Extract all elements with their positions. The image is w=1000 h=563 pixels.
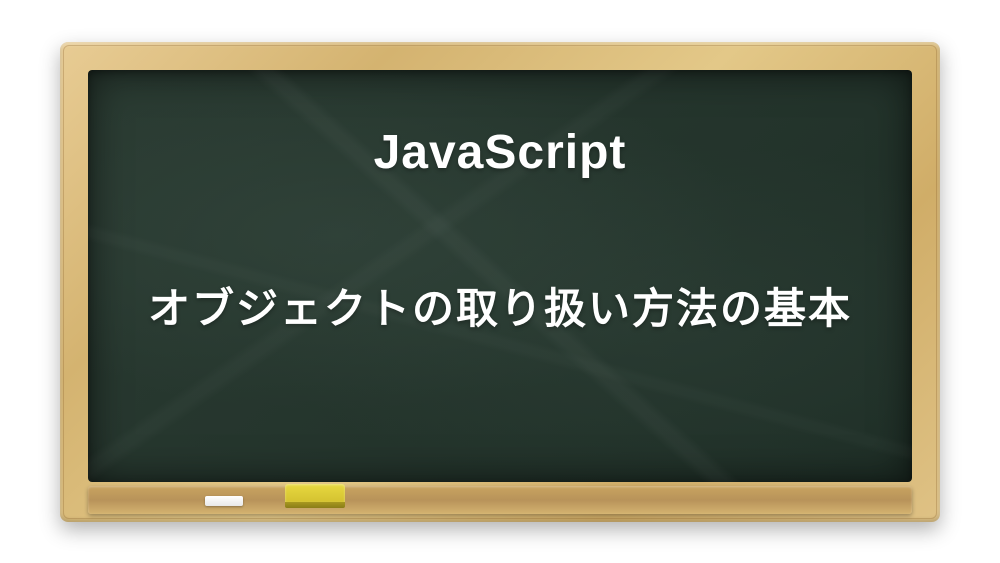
subtitle-text: オブジェクトの取り扱い方法の基本 — [148, 275, 852, 336]
chalkboard-frame: JavaScript オブジェクトの取り扱い方法の基本 — [60, 42, 940, 522]
title-text: JavaScript — [374, 125, 627, 180]
chalkboard: JavaScript オブジェクトの取り扱い方法の基本 — [88, 70, 912, 482]
chalk-icon — [205, 496, 243, 506]
eraser-icon — [285, 484, 345, 508]
